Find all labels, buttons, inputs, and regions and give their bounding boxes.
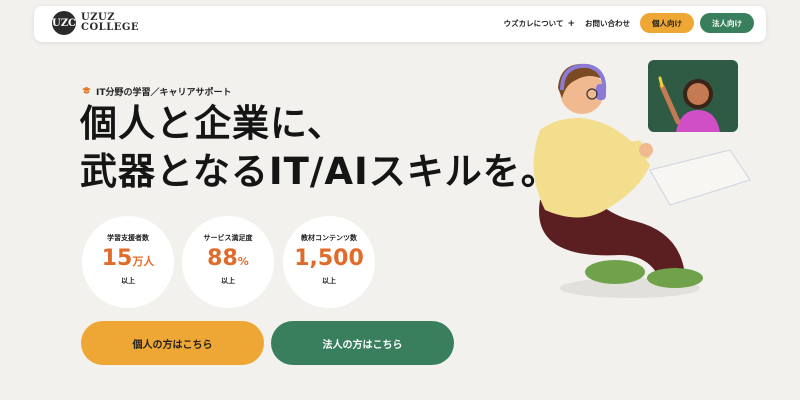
mortarboard-icon — [82, 86, 91, 98]
corporate-cta-button[interactable]: 法人の方はこちら — [271, 321, 454, 365]
stat-value: 15万人 — [101, 246, 155, 271]
header-personal-button[interactable]: 個人向け — [640, 13, 694, 33]
headline-line-1: 個人と企業に、 — [80, 102, 345, 145]
personal-cta-button[interactable]: 個人の方はこちら — [81, 321, 264, 365]
stat-sub: 以上 — [322, 277, 336, 285]
stat-value: 1,500 — [294, 246, 364, 271]
site-header: UZC UZUZ COLLEGE ウズカレについて + お問い合わせ 個人向け 法… — [34, 6, 766, 42]
stat-value: 88% — [207, 246, 249, 271]
stat-satisfaction: サービス満足度 88% 以上 — [182, 216, 274, 308]
stat-learners: 学習支援者数 15万人 以上 — [82, 216, 174, 308]
stat-label: 教材コンテンツ数 — [301, 234, 357, 242]
logo-wordmark: UZUZ COLLEGE — [81, 12, 140, 33]
stat-label: 学習支援者数 — [107, 234, 149, 242]
tagline-text: IT分野の学習／キャリアサポート — [96, 88, 232, 98]
stat-label: サービス満足度 — [203, 234, 253, 242]
stat-sub: 以上 — [221, 277, 235, 285]
headline-line-2: 武器となるIT/AIスキルを。 — [80, 150, 559, 193]
video-screen-icon — [648, 60, 738, 132]
nav-about-link[interactable]: ウズカレについて + — [504, 18, 575, 29]
stat-contents: 教材コンテンツ数 1,500 以上 — [283, 216, 375, 308]
hero-headline: 個人と企業に、 武器となるIT/AIスキルを。 — [80, 100, 559, 196]
logo[interactable]: UZC UZUZ COLLEGE — [52, 11, 139, 35]
nav-contact-link[interactable]: お問い合わせ — [585, 18, 630, 29]
main-nav: ウズカレについて + お問い合わせ 個人向け 法人向け — [504, 13, 754, 33]
logo-mark: UZC — [52, 11, 76, 35]
plus-icon: + — [567, 18, 575, 29]
stat-sub: 以上 — [121, 277, 135, 285]
header-corporate-button[interactable]: 法人向け — [700, 13, 754, 33]
hero-illustration — [500, 50, 780, 310]
hero-tagline: IT分野の学習／キャリアサポート — [82, 85, 232, 98]
